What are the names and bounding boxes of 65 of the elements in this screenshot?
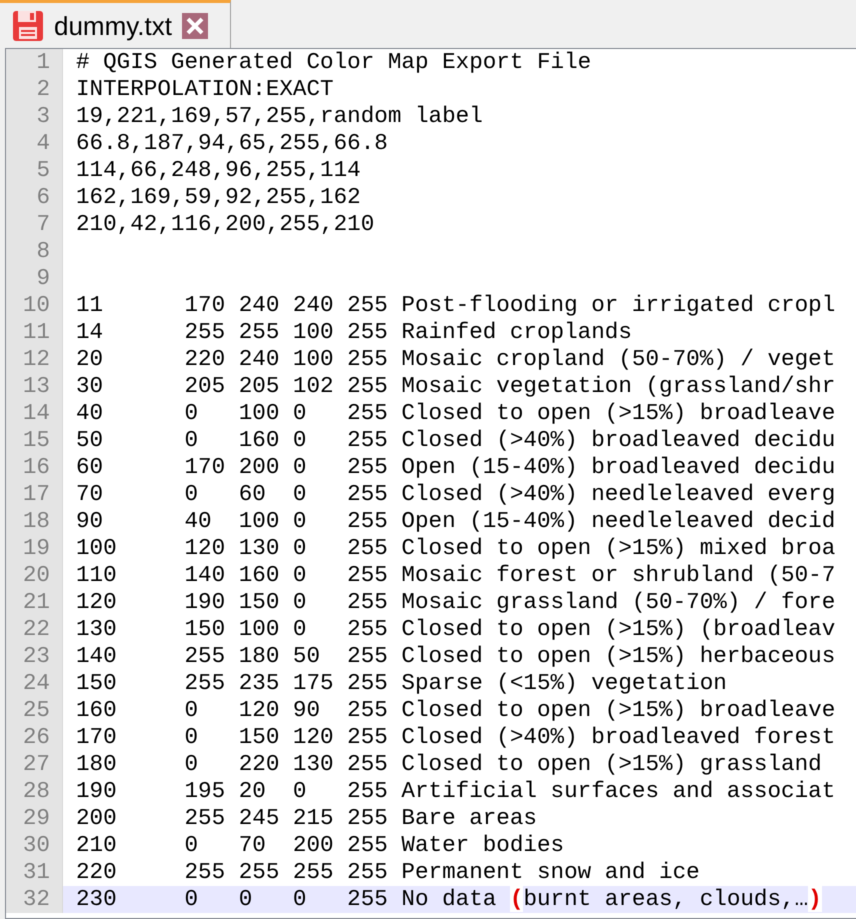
line-number: 9 <box>6 265 63 292</box>
code-line: 200 255 245 215 255 Bare areas <box>75 805 538 832</box>
line-number: 29 <box>6 805 63 832</box>
code-line: 190 195 20 0 255 Artificial surfaces and associat <box>75 778 836 805</box>
code-line: 60 170 200 0 255 Open (15-40%) broadleaved decidu <box>75 454 836 481</box>
line-number: 22 <box>6 616 63 643</box>
line-number: 7 <box>6 211 63 238</box>
line-number: 1 <box>6 49 63 76</box>
code-line: 20 220 240 100 255 Mosaic cropland (50-70%) / veget <box>75 346 836 373</box>
line-number: 13 <box>6 373 63 400</box>
line-number: 23 <box>6 643 63 670</box>
code-line: 210,42,116,200,255,210 <box>75 211 376 238</box>
code-line: 11 170 240 240 255 Post-flooding or irrigated cropl <box>75 292 836 319</box>
line-number: 21 <box>6 589 63 616</box>
code-line: 19,221,169,57,255,random label <box>75 103 484 130</box>
line-number: 32 <box>6 886 63 913</box>
line-number: 4 <box>6 130 63 157</box>
line-number: 6 <box>6 184 63 211</box>
code-line: 114,66,248,96,255,114 <box>75 157 362 184</box>
code-line: 70 0 60 0 255 Closed (>40%) needleleaved everg <box>75 481 836 508</box>
code-line: 150 255 235 175 255 Sparse (<15%) vegetation <box>75 670 728 697</box>
code-line: 162,169,59,92,255,162 <box>75 184 362 211</box>
code-line: 180 0 220 130 255 Closed to open (>15%) grassland <box>75 751 823 778</box>
line-number: 31 <box>6 859 63 886</box>
code-line: 50 0 160 0 255 Closed (>40%) broadleaved decidu <box>75 427 836 454</box>
line-number: 15 <box>6 427 63 454</box>
code-line: 140 255 180 50 255 Closed to open (>15%) herbaceous <box>75 643 836 670</box>
line-number: 8 <box>6 238 63 265</box>
code-line: 220 255 255 255 255 Permanent snow and ice <box>75 859 701 886</box>
line-number: 10 <box>6 292 63 319</box>
line-number: 26 <box>6 724 63 751</box>
line-number: 11 <box>6 319 63 346</box>
line-number: 25 <box>6 697 63 724</box>
line-number: 27 <box>6 751 63 778</box>
code-line: 14 255 255 100 255 Rainfed croplands <box>75 319 633 346</box>
line-number: 18 <box>6 508 63 535</box>
code-line: 90 40 100 0 255 Open (15-40%) needleleaved decid <box>75 508 836 535</box>
code-line: 66.8,187,94,65,255,66.8 <box>75 130 389 157</box>
code-line: # QGIS Generated Color Map Export File <box>75 49 592 76</box>
line-number: 14 <box>6 400 63 427</box>
line-number: 28 <box>6 778 63 805</box>
code-line: 130 150 100 0 255 Closed to open (>15%) (broadleav <box>75 616 836 643</box>
line-number: 16 <box>6 454 63 481</box>
code-line: INTERPOLATION:EXACT <box>75 76 335 103</box>
line-number: 30 <box>6 832 63 859</box>
line-number: 17 <box>6 481 63 508</box>
code-line: 40 0 100 0 255 Closed to open (>15%) broadleave <box>75 400 836 427</box>
file-tab[interactable]: dummy.txt <box>0 0 231 48</box>
code-line: 120 190 150 0 255 Mosaic grassland (50-70%) / fore <box>75 589 836 616</box>
line-number: 3 <box>6 103 63 130</box>
line-number: 5 <box>6 157 63 184</box>
close-icon[interactable] <box>182 12 208 38</box>
code-line: 170 0 150 120 255 Closed (>40%) broadleaved forest <box>75 724 836 751</box>
tab-title: dummy.txt <box>54 12 172 38</box>
text-editor[interactable] <box>5 48 856 919</box>
code-line: 160 0 120 90 255 Closed to open (>15%) broadleave <box>75 697 836 724</box>
code-line: 210 0 70 200 255 Water bodies <box>75 832 566 859</box>
line-number: 20 <box>6 562 63 589</box>
code-line: 30 205 205 102 255 Mosaic vegetation (grassland/shr <box>75 373 836 400</box>
line-number: 2 <box>6 76 63 103</box>
code-line: 110 140 160 0 255 Mosaic forest or shrubland (50-7 <box>75 562 836 589</box>
line-number: 24 <box>6 670 63 697</box>
line-number: 19 <box>6 535 63 562</box>
line-number: 12 <box>6 346 63 373</box>
code-line: 100 120 130 0 255 Closed to open (>15%) mixed broa <box>75 535 836 562</box>
